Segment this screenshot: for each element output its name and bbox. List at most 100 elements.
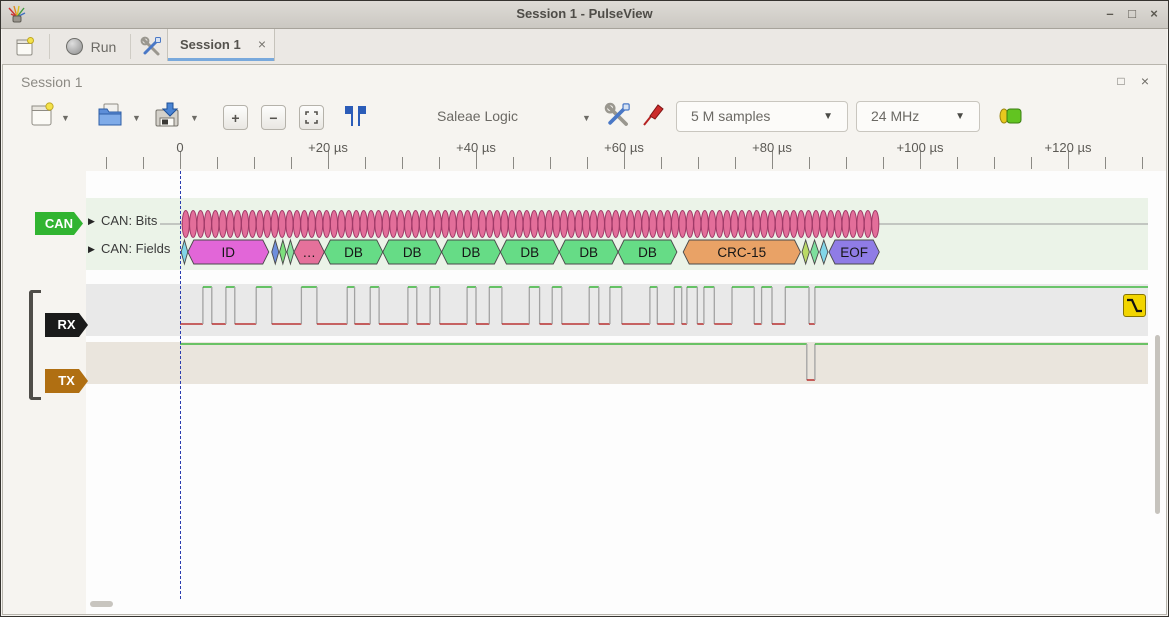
can-bit-annotation — [864, 211, 871, 238]
can-bit-annotation — [397, 211, 404, 238]
can-bit-annotation — [464, 211, 471, 238]
channel-tag-tx[interactable]: TX — [45, 369, 88, 393]
can-bit-annotation — [204, 211, 211, 238]
trigger-marker-badge[interactable] — [1123, 294, 1146, 317]
can-bit-annotation — [197, 211, 204, 238]
decoder-field-ide[interactable] — [280, 240, 287, 264]
decoder-field-ack[interactable] — [810, 240, 818, 264]
device-selector[interactable]: Saleae Logic — [437, 108, 518, 124]
can-bit-annotation — [190, 211, 197, 238]
channel-tag-rx[interactable]: RX — [45, 313, 88, 337]
maximize-button[interactable]: □ — [1122, 5, 1142, 23]
decoder-field-rtr[interactable] — [272, 240, 279, 264]
decoder-field-label: DB — [344, 245, 363, 260]
can-bit-annotation — [390, 211, 397, 238]
decoder-field-label: CRC-15 — [717, 245, 766, 260]
can-bit-annotation — [249, 211, 256, 238]
dock-float-button[interactable]: □ — [1112, 73, 1130, 89]
decoder-band[interactable]: ID…DBDBDBDBDBDBCRC-15EOF — [86, 198, 1148, 270]
time-ruler[interactable]: 0+20 µs+40 µs+60 µs+80 µs+100 µs+120 µs — [3, 137, 1166, 171]
zoom-out-button[interactable]: − — [261, 105, 286, 130]
can-bit-annotation — [508, 211, 515, 238]
save-dropdown-arrow[interactable]: ▼ — [190, 113, 199, 123]
show-cursors-button[interactable] — [342, 104, 368, 128]
tools-icon — [140, 36, 162, 58]
toolbar-separator — [49, 34, 50, 59]
decoder-field-label: EOF — [840, 245, 868, 260]
tx-trace-band[interactable] — [86, 342, 1148, 384]
decoder-field-ack-delimiter[interactable] — [820, 240, 828, 264]
can-bit-annotation — [664, 211, 671, 238]
sample-rate-combo[interactable]: 24 MHz ▼ — [856, 101, 980, 132]
decoder-row-fields-label: CAN: Fields — [98, 241, 173, 256]
decoder-field-sof[interactable] — [181, 240, 188, 264]
vertical-scrollbar[interactable] — [1155, 335, 1160, 514]
tab-close-icon[interactable]: × — [258, 36, 266, 52]
configure-channels-button[interactable] — [997, 106, 1025, 126]
decoder-field-r0[interactable] — [287, 240, 294, 264]
decoder-field-label: … — [302, 245, 316, 260]
run-button-label: Run — [91, 39, 117, 55]
can-bit-annotation — [590, 211, 597, 238]
can-bit-annotation — [442, 211, 449, 238]
can-bit-annotation — [368, 211, 375, 238]
can-bit-annotation — [256, 211, 263, 238]
ruler-tick — [365, 157, 366, 169]
ruler-tick — [587, 157, 588, 169]
rx-trace-band[interactable] — [86, 284, 1148, 336]
can-bit-annotation — [501, 211, 508, 238]
new-session-icon — [16, 37, 35, 57]
can-bit-annotation — [835, 211, 842, 238]
ruler-tick — [846, 157, 847, 169]
horizontal-scrollbar[interactable] — [90, 601, 113, 607]
titlebar[interactable]: Session 1 - PulseView – □ × — [1, 1, 1168, 29]
minimize-button[interactable]: – — [1100, 5, 1120, 23]
channels-probe-button[interactable] — [641, 102, 667, 128]
run-button[interactable]: Run — [56, 32, 126, 61]
ruler-label: +60 µs — [604, 140, 644, 155]
device-dropdown-arrow[interactable]: ▼ — [582, 113, 591, 123]
can-bit-annotation — [798, 211, 805, 238]
new-file-button[interactable] — [30, 102, 54, 128]
dock-close-button[interactable]: × — [1136, 73, 1154, 89]
channel-tag-can[interactable]: CAN — [35, 212, 83, 235]
can-bit-annotation — [271, 211, 278, 238]
can-bit-annotation — [316, 211, 323, 238]
sample-count-combo[interactable]: 5 M samples ▼ — [676, 101, 848, 132]
zoom-in-button[interactable]: + — [223, 105, 248, 130]
decoder-field-crc-delimiter[interactable] — [802, 240, 809, 264]
configure-device-button[interactable] — [604, 102, 631, 129]
ruler-tick — [735, 157, 736, 169]
save-icon — [153, 101, 183, 129]
can-bit-annotation — [545, 211, 552, 238]
save-button[interactable] — [153, 101, 183, 129]
channel-group-bracket[interactable] — [29, 290, 41, 400]
can-bit-annotation — [768, 211, 775, 238]
can-bit-annotation — [471, 211, 478, 238]
can-bit-annotation — [783, 211, 790, 238]
time-cursor-line[interactable] — [180, 171, 181, 599]
can-bit-annotation — [353, 211, 360, 238]
open-file-dropdown-arrow[interactable]: ▼ — [132, 113, 141, 123]
can-bit-annotation — [412, 211, 419, 238]
new-file-dropdown-arrow[interactable]: ▼ — [61, 113, 70, 123]
can-bit-annotation — [293, 211, 300, 238]
expand-arrow-icon[interactable]: ▶ — [88, 216, 95, 227]
can-bit-annotation — [649, 211, 656, 238]
can-bit-annotation — [560, 211, 567, 238]
new-session-button[interactable] — [8, 32, 42, 61]
can-bit-annotation — [264, 211, 271, 238]
main-toolbar: Run Session 1 × — [2, 29, 1167, 65]
can-bit-annotation — [419, 211, 426, 238]
expand-arrow-icon[interactable]: ▶ — [88, 244, 95, 255]
trace-view[interactable]: ID…DBDBDBDBDBDBCRC-15EOF ▶ CAN: Bits ▶ C… — [3, 171, 1166, 614]
tab-session-1[interactable]: Session 1 × — [167, 29, 275, 61]
ruler-label: +100 µs — [897, 140, 944, 155]
can-bit-annotation — [872, 211, 879, 238]
zoom-fit-button[interactable] — [299, 105, 324, 130]
close-button[interactable]: × — [1144, 5, 1164, 23]
can-bit-annotation — [516, 211, 523, 238]
settings-button[interactable] — [135, 32, 167, 61]
can-bit-annotation — [568, 211, 575, 238]
open-file-button[interactable] — [96, 101, 124, 129]
